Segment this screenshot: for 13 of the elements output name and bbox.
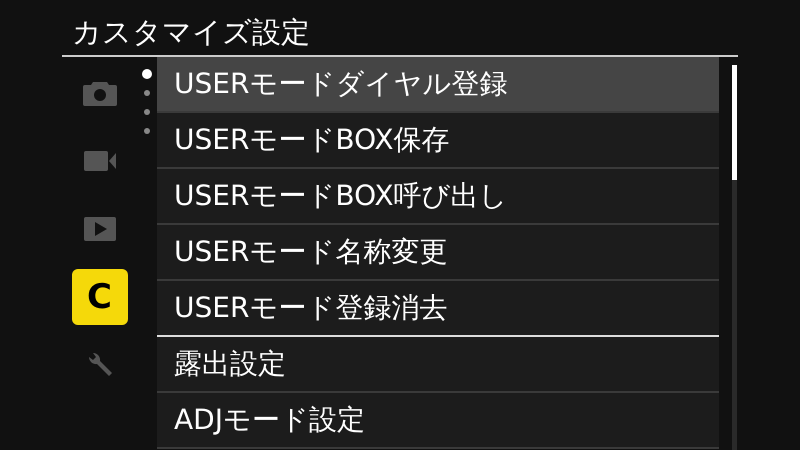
menu-item[interactable]: USERモードBOX呼び出し <box>157 169 719 225</box>
menu-item[interactable]: ADJモード設定 <box>157 393 719 449</box>
menu-item[interactable]: USERモードBOX保存 <box>157 113 719 169</box>
screen-title: カスタマイズ設定 <box>72 18 310 47</box>
play-icon <box>84 217 116 241</box>
menu-item[interactable]: USERモード登録消去 <box>157 281 719 337</box>
menu-item[interactable]: USERモード名称変更 <box>157 225 719 281</box>
menu-item[interactable]: 露出設定 <box>157 337 719 393</box>
camera-icon <box>82 79 118 107</box>
scrollbar[interactable] <box>732 65 736 450</box>
menu-item[interactable]: USERモードダイヤル登録 <box>157 57 719 113</box>
video-camera-icon <box>82 149 116 173</box>
menu-tab[interactable]: C <box>72 269 128 325</box>
